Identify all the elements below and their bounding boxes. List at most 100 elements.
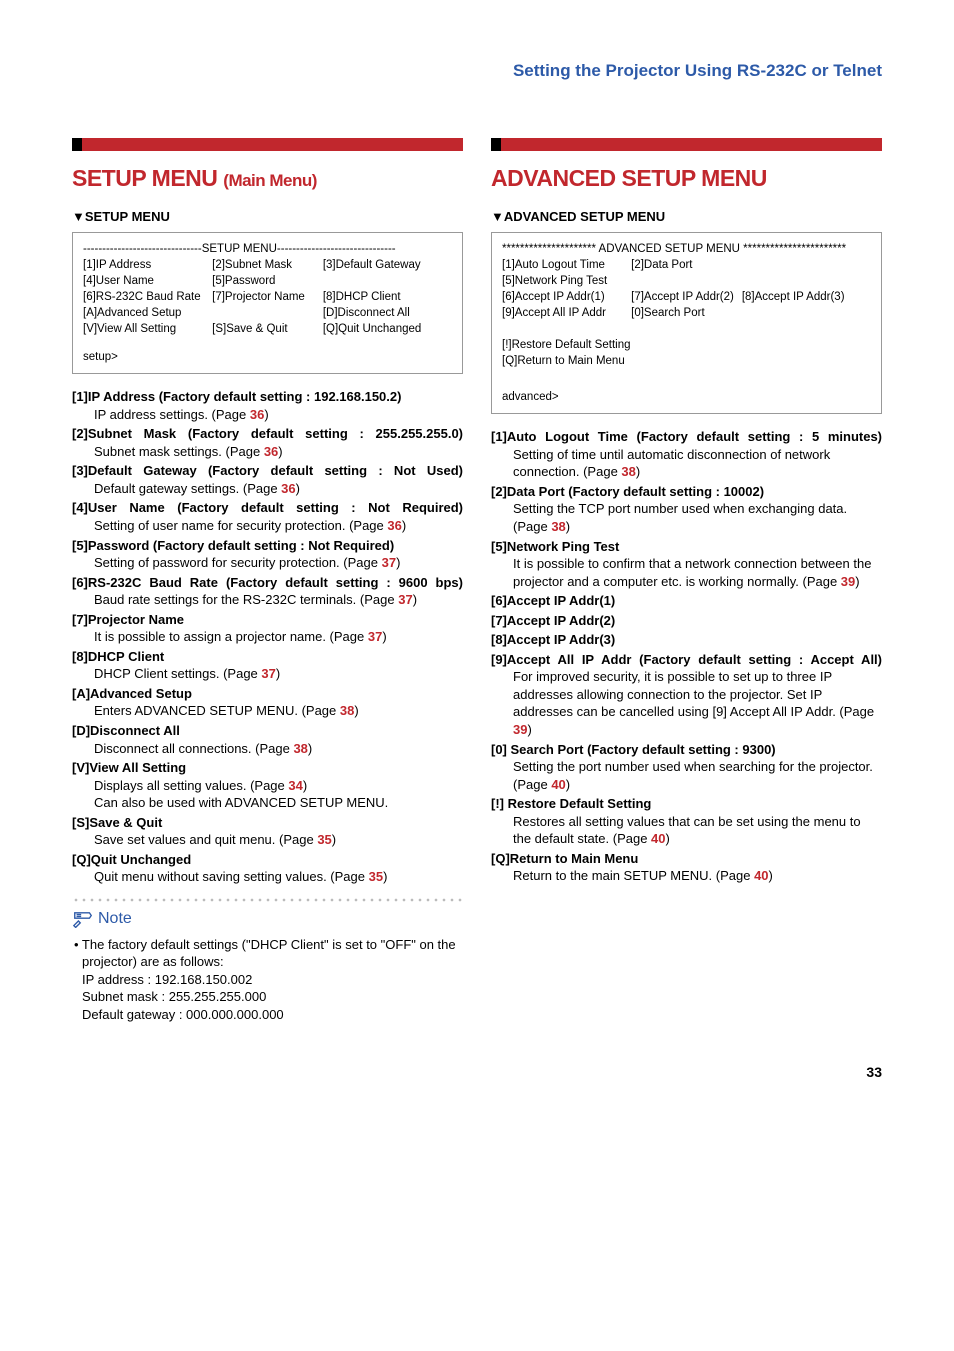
page-ref[interactable]: 35 [369, 869, 383, 884]
item-heading: [8]Accept IP Addr(3) [513, 631, 882, 649]
list-item: [2]Subnet Mask (Factory default setting … [72, 425, 463, 460]
item-heading: [0] Search Port (Factory default setting… [513, 741, 882, 759]
right-accent-bar [491, 138, 882, 151]
item-heading: [5]Password (Factory default setting : N… [94, 537, 463, 555]
item-heading: [S]Save & Quit [94, 814, 463, 832]
item-heading: [1]IP Address (Factory default setting :… [94, 388, 463, 406]
note-label-text: Note [98, 908, 132, 930]
page-header: Setting the Projector Using RS-232C or T… [72, 60, 882, 83]
list-item: [!] Restore Default SettingRestores all … [491, 795, 882, 848]
page-ref[interactable]: 36 [387, 518, 401, 533]
list-item: [5]Password (Factory default setting : N… [72, 537, 463, 572]
page-ref[interactable]: 38 [551, 519, 565, 534]
item-heading: [7]Projector Name [94, 611, 463, 629]
terminal-row: [5]Network Ping Test [502, 273, 871, 289]
list-item: [Q]Quit UnchangedQuit menu without savin… [72, 851, 463, 886]
left-accent-bar [72, 138, 463, 151]
item-heading: [9]Accept All IP Addr (Factory default s… [491, 651, 882, 669]
left-title-text: SETUP MENU [72, 165, 217, 191]
cell: [0]Search Port [631, 305, 742, 321]
terminal-prompt: advanced> [502, 389, 871, 405]
item-heading: [A]Advanced Setup [94, 685, 463, 703]
item-body: It is possible to assign a projector nam… [94, 628, 463, 646]
page-ref[interactable]: 37 [382, 555, 396, 570]
note-line: Default gateway : 000.000.000.000 [82, 1006, 463, 1024]
cell: [4]User Name [83, 273, 212, 289]
page-ref[interactable]: 37 [261, 666, 275, 681]
item-body: Default gateway settings. (Page 36) [94, 480, 463, 498]
page-ref[interactable]: 36 [281, 481, 295, 496]
page-ref[interactable]: 35 [317, 832, 331, 847]
cell: [2]Data Port [631, 257, 742, 273]
item-heading: [D]Disconnect All [94, 722, 463, 740]
list-item: [1]Auto Logout Time (Factory default set… [491, 428, 882, 481]
left-column: SETUP MENU (Main Menu) ▼SETUP MENU -----… [72, 138, 463, 1023]
note-label: Note [72, 908, 463, 930]
page-ref[interactable]: 37 [398, 592, 412, 607]
right-section-title: ADVANCED SETUP MENU [491, 163, 882, 194]
list-item: [7]Projector NameIt is possible to assig… [72, 611, 463, 646]
left-section-title: SETUP MENU (Main Menu) [72, 163, 463, 194]
item-heading: [5]Network Ping Test [513, 538, 882, 556]
cell: [6]Accept IP Addr(1) [502, 289, 631, 305]
page-ref[interactable]: 38 [340, 703, 354, 718]
page-ref[interactable]: 36 [250, 407, 264, 422]
item-heading: [8]DHCP Client [94, 648, 463, 666]
list-item: [8]DHCP ClientDHCP Client settings. (Pag… [72, 648, 463, 683]
item-body: It is possible to confirm that a network… [513, 555, 882, 590]
terminal-prompt: setup> [83, 349, 452, 365]
item-body: Save set values and quit menu. (Page 35) [94, 831, 463, 849]
list-item: [8]Accept IP Addr(3) [491, 631, 882, 649]
cell [742, 257, 871, 273]
columns-wrapper: SETUP MENU (Main Menu) ▼SETUP MENU -----… [72, 138, 882, 1023]
list-item: [0] Search Port (Factory default setting… [491, 741, 882, 794]
cell: [7]Projector Name [212, 289, 323, 305]
item-body: Setting the TCP port number used when ex… [513, 500, 882, 535]
left-items: [1]IP Address (Factory default setting :… [72, 388, 463, 886]
left-subheading: ▼SETUP MENU [72, 208, 463, 226]
page-ref[interactable]: 40 [551, 777, 565, 792]
terminal-rule: -------------------------------SETUP MEN… [83, 241, 452, 257]
cell: [5]Password [212, 273, 323, 289]
list-item: [A]Advanced SetupEnters ADVANCED SETUP M… [72, 685, 463, 720]
note-rule [72, 898, 463, 902]
page-ref[interactable]: 38 [293, 741, 307, 756]
item-heading: [1]Auto Logout Time (Factory default set… [491, 428, 882, 446]
cell [742, 305, 871, 321]
page-ref[interactable]: 34 [288, 778, 302, 793]
terminal-row: [V]View All Setting[S]Save & Quit[Q]Quit… [83, 321, 452, 337]
right-column: ADVANCED SETUP MENU ▼ADVANCED SETUP MENU… [491, 138, 882, 1023]
item-heading: [2]Data Port (Factory default setting : … [513, 483, 882, 501]
page-ref[interactable]: 39 [513, 722, 527, 737]
list-item: [6]Accept IP Addr(1) [491, 592, 882, 610]
terminal-rule: ********************* ADVANCED SETUP MEN… [502, 241, 871, 257]
page-ref[interactable]: 39 [841, 574, 855, 589]
item-heading: [3]Default Gateway (Factory default sett… [72, 462, 463, 480]
page-ref[interactable]: 37 [368, 629, 382, 644]
terminal-row: [1]Auto Logout Time[2]Data Port [502, 257, 871, 273]
item-body: Subnet mask settings. (Page 36) [94, 443, 463, 461]
item-heading: [!] Restore Default Setting [513, 795, 882, 813]
page-number: 33 [72, 1063, 882, 1082]
page-ref[interactable]: 40 [651, 831, 665, 846]
terminal-line: [!]Restore Default Setting [502, 337, 871, 353]
terminal-row: [4]User Name[5]Password [83, 273, 452, 289]
note-line: • The factory default settings ("DHCP Cl… [82, 936, 463, 971]
cell [631, 273, 742, 289]
cell: [9]Accept All IP Addr [502, 305, 631, 321]
item-heading: [V]View All Setting [94, 759, 463, 777]
list-item: [4]User Name (Factory default setting : … [72, 499, 463, 534]
item-heading: [6]Accept IP Addr(1) [513, 592, 882, 610]
page-ref[interactable]: 36 [264, 444, 278, 459]
item-body: Restores all setting values that can be … [513, 813, 882, 848]
list-item: [6]RS-232C Baud Rate (Factory default se… [72, 574, 463, 609]
page-ref[interactable]: 38 [621, 464, 635, 479]
item-heading: [Q]Quit Unchanged [94, 851, 463, 869]
item-body: Baud rate settings for the RS-232C termi… [94, 591, 463, 609]
page-ref[interactable]: 40 [754, 868, 768, 883]
terminal-row: [6]RS-232C Baud Rate[7]Projector Name[8]… [83, 289, 452, 305]
cell: [3]Default Gateway [323, 257, 452, 273]
list-item: [V]View All SettingDisplays all setting … [72, 759, 463, 812]
cell: [5]Network Ping Test [502, 273, 631, 289]
terminal-row: [1]IP Address[2]Subnet Mask[3]Default Ga… [83, 257, 452, 273]
